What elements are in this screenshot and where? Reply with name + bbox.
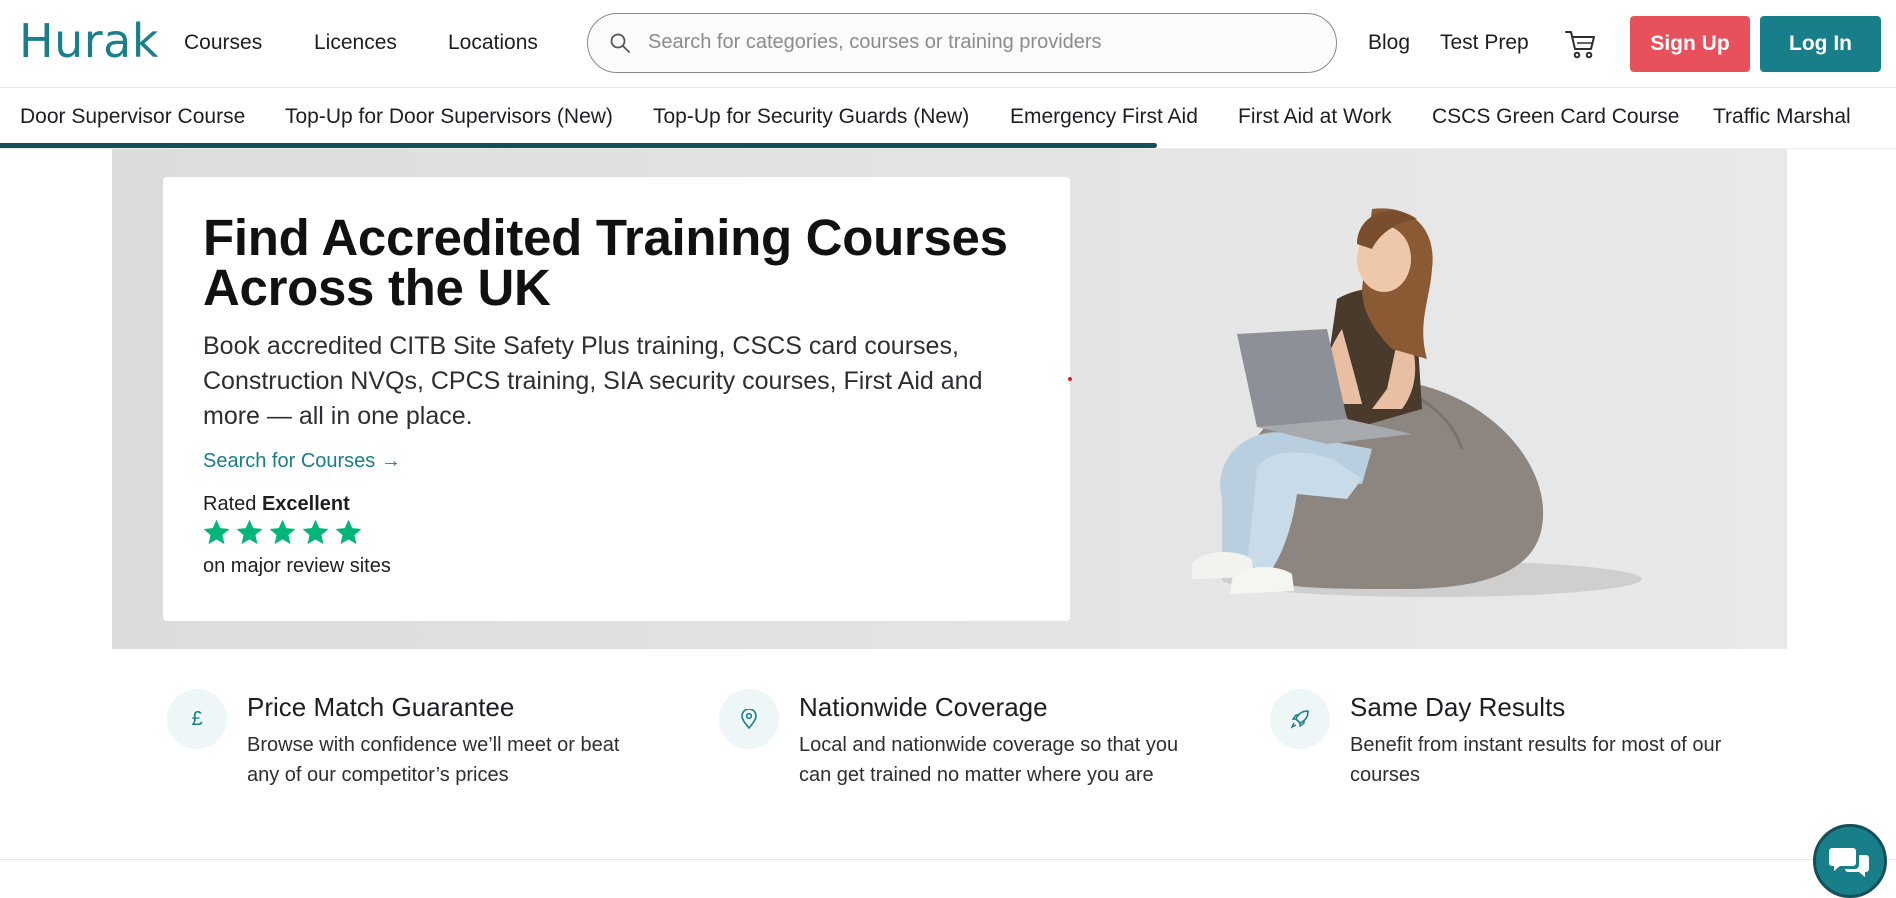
hero-description: Book accredited CITB Site Safety Plus tr… <box>203 332 983 430</box>
star-icon <box>302 519 329 545</box>
category-bar: Door Supervisor Course Top-Up for Door S… <box>0 89 1896 149</box>
cart-icon[interactable] <box>1565 29 1597 59</box>
star-icon <box>335 519 362 545</box>
category-cscs-green-card[interactable]: CSCS Green Card Course <box>1432 105 1679 129</box>
hero-title: Find Accredited Training Courses Across … <box>203 209 1008 316</box>
rocket-glyph <box>1290 710 1309 729</box>
live-chat-button[interactable] <box>1813 824 1887 898</box>
star-icon <box>203 519 230 545</box>
sign-up-button[interactable]: Sign Up <box>1630 16 1750 72</box>
category-door-supervisor[interactable]: Door Supervisor Course <box>20 105 245 129</box>
star-icon <box>269 519 296 545</box>
feature-title: Price Match Guarantee <box>247 692 515 722</box>
feature-price-match: £ Price Match Guarantee Browse with conf… <box>167 689 687 819</box>
nav-licences[interactable]: Licences <box>314 31 397 55</box>
feature-text: Browse with confidence we’ll meet or bea… <box>247 734 620 786</box>
hero-card: Find Accredited Training Courses Across … <box>163 177 1070 621</box>
search-input[interactable] <box>648 14 1318 71</box>
section-divider <box>0 859 1896 860</box>
rated-prefix: Rated <box>203 493 257 515</box>
rating-stars <box>201 517 364 548</box>
rating-label: Rated Excellent <box>203 493 350 516</box>
location-pin-icon <box>719 689 779 749</box>
category-traffic-marshal[interactable]: Traffic Marshal <box>1713 105 1851 129</box>
feature-title: Nationwide Coverage <box>799 692 1048 722</box>
log-in-button[interactable]: Log In <box>1760 16 1881 72</box>
search-icon[interactable] <box>608 31 632 55</box>
feature-text: Local and nationwide coverage so that yo… <box>799 734 1179 786</box>
review-sites-text: on major review sites <box>203 555 391 577</box>
chat-icon <box>1829 848 1869 877</box>
feature-text: Benefit from instant results for most of… <box>1350 734 1722 786</box>
category-emergency-first-aid[interactable]: Emergency First Aid <box>1010 105 1198 129</box>
nav-locations[interactable]: Locations <box>448 31 538 55</box>
nav-courses[interactable]: Courses <box>184 31 262 55</box>
pound-icon: £ <box>167 689 227 749</box>
category-top-up-security-guards[interactable]: Top-Up for Security Guards (New) <box>653 105 969 129</box>
location-pin-glyph <box>741 709 757 729</box>
category-first-aid-at-work[interactable]: First Aid at Work <box>1238 105 1392 129</box>
feature-nationwide-coverage: Nationwide Coverage Local and nationwide… <box>719 689 1239 819</box>
search-bar <box>587 13 1337 73</box>
feature-same-day-results: Same Day Results Benefit from instant re… <box>1270 689 1790 819</box>
hero-image <box>1192 208 1642 597</box>
hurak-logo[interactable]: Hurak <box>19 14 159 68</box>
nav-blog[interactable]: Blog <box>1368 31 1410 55</box>
feature-title: Same Day Results <box>1350 692 1566 722</box>
star-icon <box>236 519 263 545</box>
hero-banner: Find Accredited Training Courses Across … <box>112 149 1787 649</box>
search-for-courses-link[interactable]: Search for Courses → <box>203 450 401 473</box>
rated-value: Excellent <box>261 493 350 515</box>
nav-test-prep[interactable]: Test Prep <box>1440 31 1529 55</box>
category-top-up-door-supervisors[interactable]: Top-Up for Door Supervisors (New) <box>285 105 613 129</box>
category-scroll-indicator <box>0 143 1157 148</box>
rocket-icon <box>1270 689 1330 749</box>
site-header: Hurak Courses Licences Locations Blog Te… <box>0 0 1896 88</box>
